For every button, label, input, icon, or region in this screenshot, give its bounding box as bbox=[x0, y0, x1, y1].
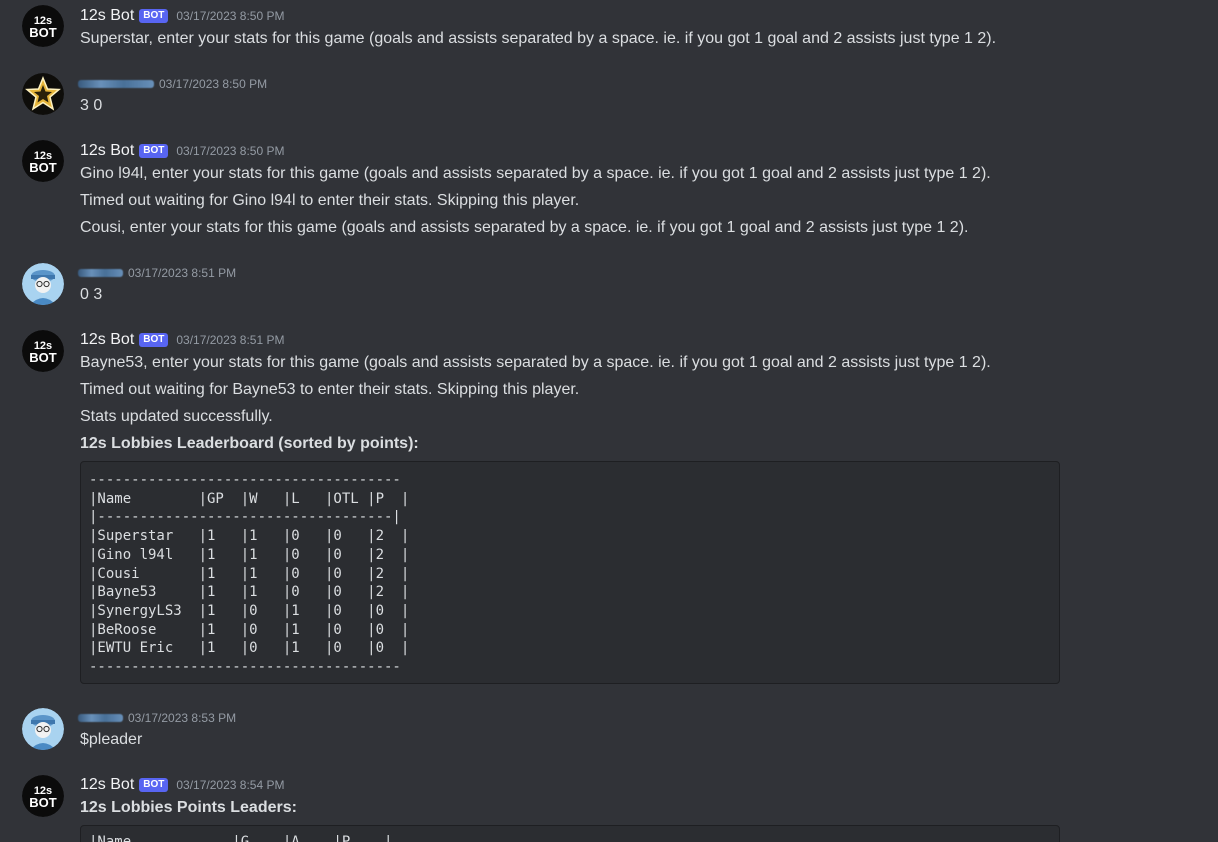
bot-avatar-icon[interactable]: 12s BOT bbox=[22, 5, 64, 47]
message-text: 0 3 bbox=[80, 286, 103, 303]
message-timestamp: 03/17/2023 8:53 PM bbox=[128, 711, 237, 725]
author-name[interactable]: 12s Bot bbox=[80, 142, 134, 160]
message-text: Cousi, enter your stats for this game (g… bbox=[80, 219, 969, 236]
redacted-username[interactable] bbox=[78, 80, 154, 88]
bot-avatar-icon[interactable]: 12s BOT bbox=[22, 140, 64, 182]
message-timestamp: 03/17/2023 8:50 PM bbox=[159, 77, 268, 91]
leaderboard-codeblock[interactable]: ------------------------------------- |N… bbox=[80, 461, 1060, 684]
cartoon-person-icon[interactable] bbox=[22, 708, 64, 750]
message-text: $pleader bbox=[80, 731, 143, 748]
points-leaders-codeblock[interactable]: |Name |G |A |P | bbox=[80, 825, 1060, 842]
message-text: Timed out waiting for Gino l94l to enter… bbox=[80, 192, 580, 209]
redacted-username[interactable] bbox=[78, 714, 123, 722]
message-timestamp: 03/17/2023 8:51 PM bbox=[176, 333, 285, 347]
leaderboard-table-text: ------------------------------------- |N… bbox=[89, 472, 410, 676]
svg-text:BOT: BOT bbox=[29, 160, 57, 175]
gold-star-icon[interactable] bbox=[22, 73, 64, 115]
bot-avatar-icon[interactable]: 12s BOT bbox=[22, 330, 64, 372]
message-text: Bayne53, enter your stats for this game … bbox=[80, 354, 991, 371]
points-leaders-table-text: |Name |G |A |P | bbox=[89, 834, 393, 842]
message-text: Superstar, enter your stats for this gam… bbox=[80, 30, 997, 47]
cartoon-person-icon[interactable] bbox=[22, 263, 64, 305]
message-timestamp: 03/17/2023 8:50 PM bbox=[176, 9, 285, 23]
message-timestamp: 03/17/2023 8:50 PM bbox=[176, 144, 285, 158]
points-leaders-heading: 12s Lobbies Points Leaders: bbox=[80, 799, 297, 816]
bot-tag: BOT bbox=[139, 778, 169, 792]
message-timestamp: 03/17/2023 8:54 PM bbox=[176, 778, 285, 792]
svg-text:BOT: BOT bbox=[29, 795, 57, 810]
redacted-username[interactable] bbox=[78, 269, 123, 277]
bot-avatar-icon[interactable]: 12s BOT bbox=[22, 775, 64, 817]
chat-message-list: 12s BOT 12s Bot BOT 03/17/2023 8:50 PM S… bbox=[0, 0, 1218, 842]
bot-tag: BOT bbox=[139, 333, 169, 347]
message-text: Gino l94l, enter your stats for this gam… bbox=[80, 165, 991, 182]
svg-text:BOT: BOT bbox=[29, 350, 57, 365]
message-text: Stats updated successfully. bbox=[80, 408, 273, 425]
message-text: Timed out waiting for Bayne53 to enter t… bbox=[80, 381, 580, 398]
author-name[interactable]: 12s Bot bbox=[80, 776, 134, 794]
bot-tag: BOT bbox=[139, 144, 169, 158]
message-text: 3 0 bbox=[80, 97, 103, 114]
bot-tag: BOT bbox=[139, 9, 169, 23]
author-name[interactable]: 12s Bot bbox=[80, 331, 134, 349]
leaderboard-heading: 12s Lobbies Leaderboard (sorted by point… bbox=[80, 435, 419, 452]
message-timestamp: 03/17/2023 8:51 PM bbox=[128, 266, 237, 280]
author-name[interactable]: 12s Bot bbox=[80, 7, 134, 25]
svg-text:BOT: BOT bbox=[29, 25, 57, 40]
